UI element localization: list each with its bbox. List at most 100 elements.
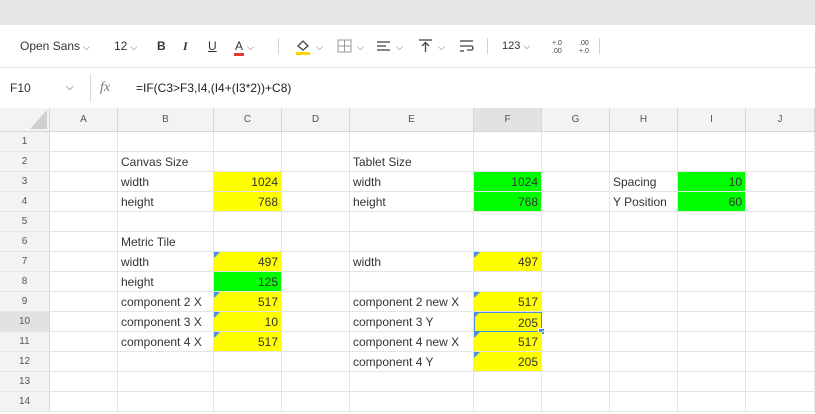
cell-b3[interactable]: width [118, 172, 214, 192]
cell-h7[interactable] [610, 252, 678, 272]
cell-j2[interactable] [746, 152, 815, 172]
cell-d13[interactable] [282, 372, 350, 392]
horizontal-align-icon[interactable] [375, 37, 393, 55]
cell-h2[interactable] [610, 152, 678, 172]
cell-e8[interactable] [350, 272, 474, 292]
cell-e7[interactable]: width [350, 252, 474, 272]
text-color-button[interactable]: A ⌵ [234, 25, 254, 67]
cell-j14[interactable] [746, 392, 815, 412]
cell-c12[interactable] [214, 352, 282, 372]
cell-d14[interactable] [282, 392, 350, 412]
borders-dropdown[interactable]: ⌵ [354, 25, 364, 67]
row-header-11[interactable]: 11 [0, 332, 50, 352]
cell-g8[interactable] [542, 272, 610, 292]
cell-b13[interactable] [118, 372, 214, 392]
cell-i12[interactable] [678, 352, 746, 372]
cell-f10[interactable]: 205 [474, 312, 542, 332]
vertical-align-dropdown[interactable]: ⌵ [435, 25, 445, 67]
cell-f3[interactable]: 1024 [474, 172, 542, 192]
cell-a11[interactable] [50, 332, 118, 352]
cell-e5[interactable] [350, 212, 474, 232]
fill-color-icon[interactable] [294, 37, 312, 55]
row-header-7[interactable]: 7 [0, 252, 50, 272]
cell-i8[interactable] [678, 272, 746, 292]
column-header-f[interactable]: F [474, 108, 542, 132]
cell-f1[interactable] [474, 132, 542, 152]
cell-d10[interactable] [282, 312, 350, 332]
cell-a10[interactable] [50, 312, 118, 332]
row-header-13[interactable]: 13 [0, 372, 50, 392]
number-format-select[interactable]: 123 ⌵ [502, 25, 530, 67]
cell-d11[interactable] [282, 332, 350, 352]
cell-c14[interactable] [214, 392, 282, 412]
cell-f9[interactable]: 517 [474, 292, 542, 312]
row-header-2[interactable]: 2 [0, 152, 50, 172]
cell-j10[interactable] [746, 312, 815, 332]
cell-d1[interactable] [282, 132, 350, 152]
chevron-down-icon[interactable]: ⌵ [66, 68, 74, 108]
cell-j12[interactable] [746, 352, 815, 372]
column-header-d[interactable]: D [282, 108, 350, 132]
cell-i9[interactable] [678, 292, 746, 312]
cell-j13[interactable] [746, 372, 815, 392]
cell-i11[interactable] [678, 332, 746, 352]
italic-button[interactable]: I [183, 25, 188, 67]
cell-h10[interactable] [610, 312, 678, 332]
cell-j6[interactable] [746, 232, 815, 252]
cell-e14[interactable] [350, 392, 474, 412]
cell-d6[interactable] [282, 232, 350, 252]
horizontal-align-dropdown[interactable]: ⌵ [393, 25, 403, 67]
column-header-g[interactable]: G [542, 108, 610, 132]
cell-i4[interactable]: 60 [678, 192, 746, 212]
cell-e9[interactable]: component 2 new X [350, 292, 474, 312]
cell-j3[interactable] [746, 172, 815, 192]
cell-j8[interactable] [746, 272, 815, 292]
select-all-corner[interactable] [0, 108, 50, 132]
column-header-e[interactable]: E [350, 108, 474, 132]
column-header-i[interactable]: I [678, 108, 746, 132]
cell-h13[interactable] [610, 372, 678, 392]
cell-f8[interactable] [474, 272, 542, 292]
cell-d9[interactable] [282, 292, 350, 312]
cell-i5[interactable] [678, 212, 746, 232]
cell-h6[interactable] [610, 232, 678, 252]
cell-i7[interactable] [678, 252, 746, 272]
cell-c8[interactable]: 125 [214, 272, 282, 292]
cell-g2[interactable] [542, 152, 610, 172]
cell-i10[interactable] [678, 312, 746, 332]
cell-b11[interactable]: component 4 X [118, 332, 214, 352]
cell-c6[interactable] [214, 232, 282, 252]
cell-c9[interactable]: 517 [214, 292, 282, 312]
fill-color-dropdown[interactable]: ⌵ [313, 25, 323, 67]
cell-g6[interactable] [542, 232, 610, 252]
formula-input[interactable]: =IF(C3>F3,I4,(I4+(I3*2))+C8) [136, 68, 291, 108]
cell-b1[interactable] [118, 132, 214, 152]
cell-j9[interactable] [746, 292, 815, 312]
cell-h8[interactable] [610, 272, 678, 292]
cell-g1[interactable] [542, 132, 610, 152]
cell-b5[interactable] [118, 212, 214, 232]
cell-d3[interactable] [282, 172, 350, 192]
cell-f13[interactable] [474, 372, 542, 392]
cell-h14[interactable] [610, 392, 678, 412]
cell-e12[interactable]: component 4 Y [350, 352, 474, 372]
cell-e1[interactable] [350, 132, 474, 152]
vertical-align-icon[interactable] [417, 37, 435, 55]
cell-g12[interactable] [542, 352, 610, 372]
function-icon[interactable]: fx [100, 68, 110, 108]
cell-g3[interactable] [542, 172, 610, 192]
cell-g5[interactable] [542, 212, 610, 232]
row-header-9[interactable]: 9 [0, 292, 50, 312]
cell-a6[interactable] [50, 232, 118, 252]
row-header-3[interactable]: 3 [0, 172, 50, 192]
font-size-select[interactable]: 12 ⌵ [114, 25, 137, 67]
cell-h4[interactable]: Y Position [610, 192, 678, 212]
row-header-14[interactable]: 14 [0, 392, 50, 412]
cell-g10[interactable] [542, 312, 610, 332]
column-header-c[interactable]: C [214, 108, 282, 132]
cell-h5[interactable] [610, 212, 678, 232]
cell-d2[interactable] [282, 152, 350, 172]
cell-h1[interactable] [610, 132, 678, 152]
cell-h3[interactable]: Spacing [610, 172, 678, 192]
cell-d5[interactable] [282, 212, 350, 232]
